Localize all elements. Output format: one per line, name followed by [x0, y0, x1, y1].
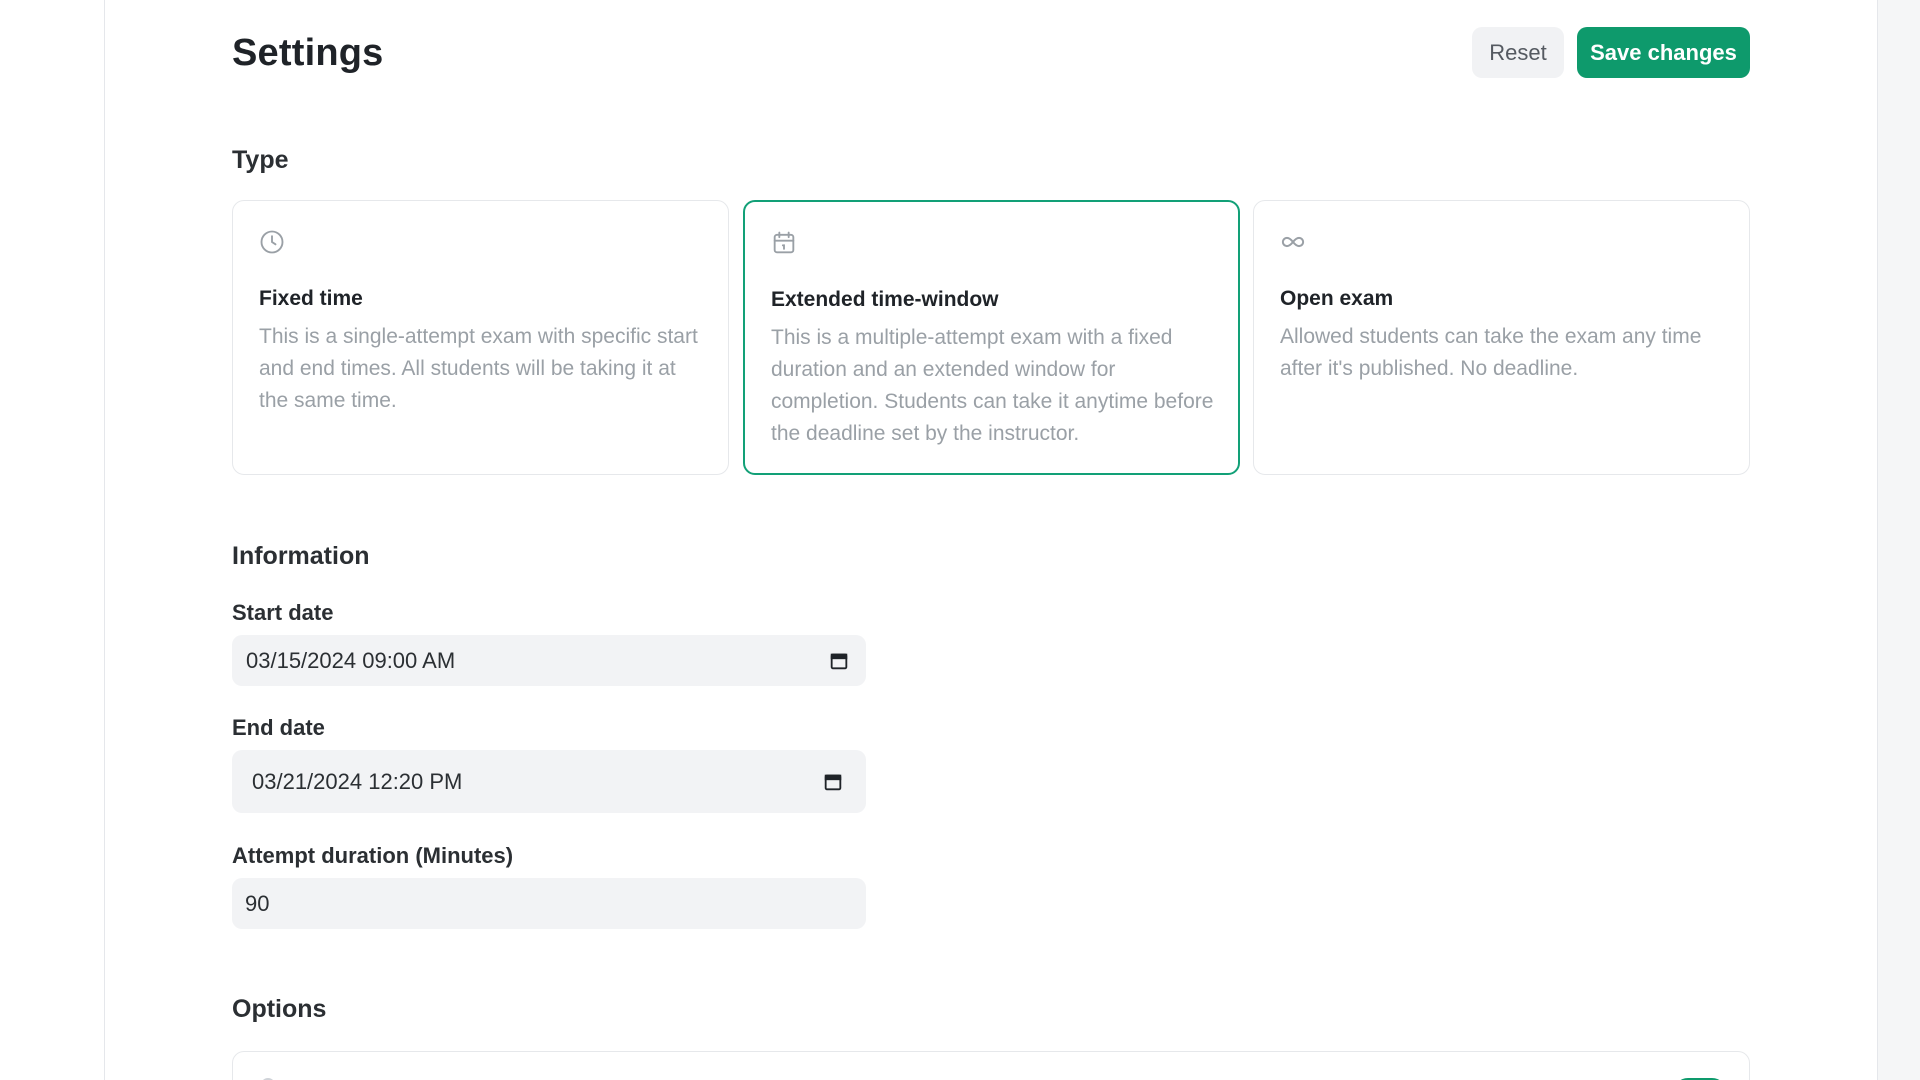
- type-card-description: Allowed students can take the exam any t…: [1280, 325, 1702, 380]
- start-date-input[interactable]: 03/15/2024 09:00 AM: [232, 635, 866, 686]
- page: Settings Reset Save changes Type Fixed t…: [0, 0, 1920, 1080]
- type-card-open-exam[interactable]: Open exam Allowed students can take the …: [1253, 200, 1750, 475]
- type-card-title: Extended time-window: [771, 288, 999, 311]
- page-title: Settings: [232, 32, 384, 74]
- left-divider: [104, 0, 105, 1080]
- start-date-label: Start date: [232, 600, 334, 625]
- settings-header: Settings Reset Save changes: [232, 26, 1750, 78]
- type-card-title: Open exam: [1280, 287, 1394, 310]
- type-card-extended-time-window[interactable]: Extended time-window This is a multiple-…: [743, 200, 1240, 475]
- options-card: [232, 1051, 1750, 1080]
- settings-content: Settings Reset Save changes Type Fixed t…: [232, 0, 1750, 1080]
- start-date-value: 03/15/2024 09:00 AM: [246, 647, 456, 673]
- calendar-icon: [773, 231, 795, 254]
- attempt-duration-input[interactable]: 90: [232, 878, 866, 929]
- save-changes-button[interactable]: Save changes: [1577, 27, 1750, 78]
- options-section-title: Options: [232, 995, 327, 1023]
- end-date-value: 03/21/2024 12:20 PM: [252, 768, 463, 794]
- type-card-fixed-time[interactable]: Fixed time This is a single-attempt exam…: [232, 200, 729, 475]
- information-section-title: Information: [232, 542, 370, 570]
- type-card-description: This is a multiple-attempt exam with a f…: [771, 326, 1214, 445]
- right-panel-edge: [1877, 0, 1920, 1080]
- type-card-title: Fixed time: [259, 287, 363, 310]
- calendar-picker-icon[interactable]: [828, 650, 850, 672]
- clock-icon: [260, 230, 284, 254]
- infinity-icon: [1281, 236, 1305, 248]
- end-date-label: End date: [232, 715, 325, 740]
- calendar-picker-icon[interactable]: [822, 771, 844, 793]
- end-date-input[interactable]: 03/21/2024 12:20 PM: [232, 750, 866, 813]
- attempt-duration-value: 90: [245, 890, 270, 916]
- attempt-duration-label: Attempt duration (Minutes): [232, 843, 514, 868]
- type-card-description: This is a single-attempt exam with speci…: [259, 325, 698, 412]
- reset-button[interactable]: Reset: [1472, 27, 1564, 78]
- type-section-title: Type: [232, 146, 289, 174]
